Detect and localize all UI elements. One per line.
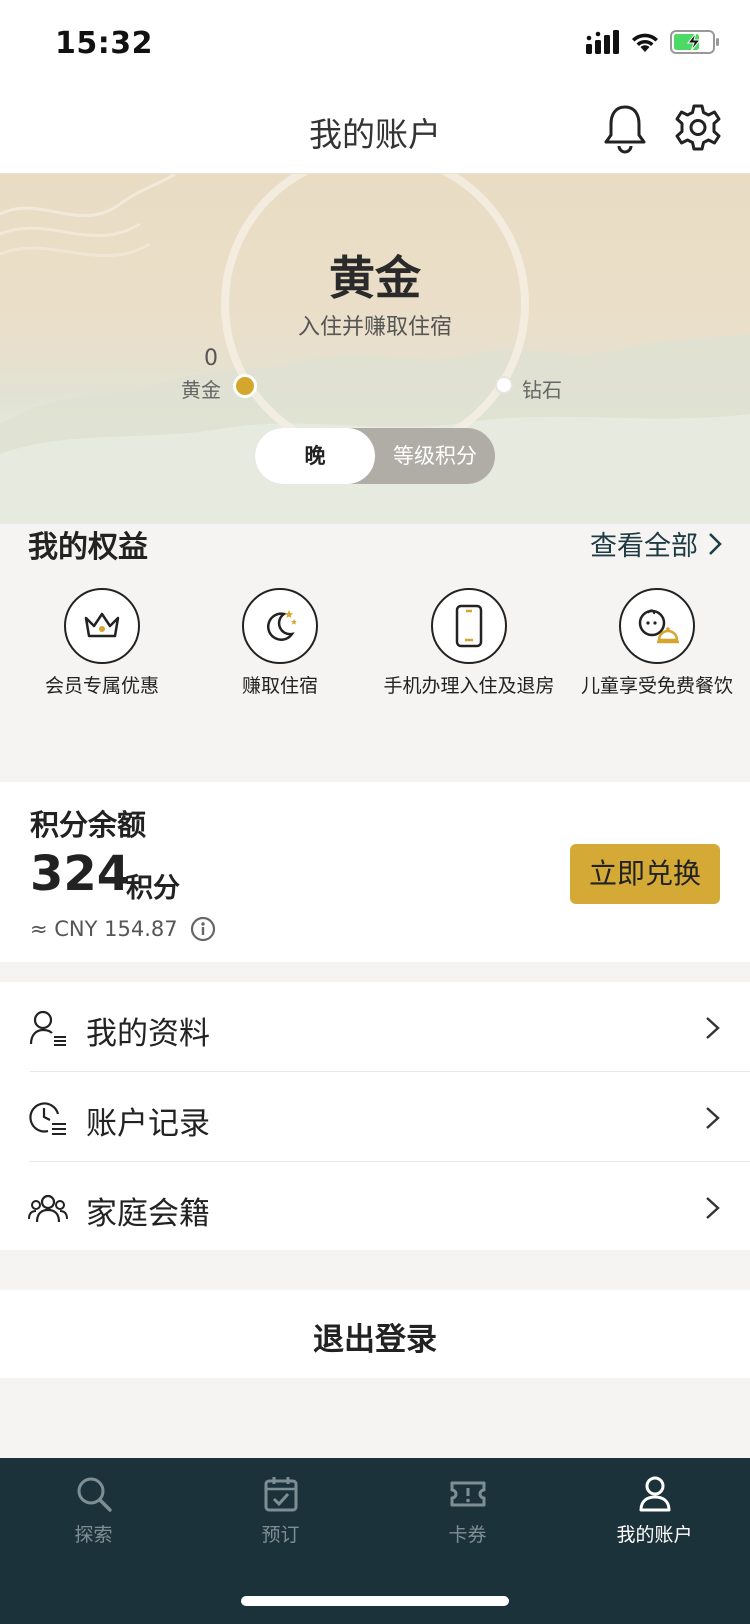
search-icon [77,1477,112,1512]
benefit-label: 赚取住宿 [241,675,318,697]
family-icon [28,1194,68,1223]
ticket-icon [450,1481,485,1507]
benefit-label: 儿童享受免费餐饮 [580,675,733,697]
benefits-section: 我的权益 查看全部 会员专属优惠 赚取住宿 手机办理入住及退房 儿童享受免费餐饮 [0,504,750,762]
crown-icon [64,588,140,664]
tab-booking[interactable]: 预订 [187,1474,374,1547]
home-indicator [241,1596,509,1606]
points-title: 积分余额 [30,808,147,842]
tab-label: 我的账户 [616,1524,693,1546]
tab-label: 预订 [261,1524,300,1546]
points-card: 积分余额 324 积分 ≈ CNY 154.87 立即兑换 [0,782,750,962]
toggle-tier-points[interactable]: 等级积分 [375,428,495,484]
info-icon[interactable] [190,916,216,942]
calendar-check-icon [264,1477,297,1512]
points-cny: ≈ CNY 154.87 [30,916,216,942]
phone-icon [431,588,507,664]
status-time: 15:32 [55,26,153,61]
menu-item-family[interactable]: 家庭会籍 [0,1162,750,1252]
status-icons [586,30,720,54]
tier-hero: 黄金 入住并赚取住宿 0 黄金 钻石 晚 等级积分 [0,174,750,524]
wifi-icon [632,33,658,52]
chevron-right-icon [706,1197,720,1219]
menu-label: 家庭会籍 [86,1196,210,1232]
chevron-right-icon [709,532,722,555]
current-tier-dot [233,374,257,398]
menu-item-account-history[interactable]: 账户记录 [0,1072,750,1162]
benefit-label: 会员专属优惠 [44,675,159,697]
menu-item-profile[interactable]: 我的资料 [0,982,750,1072]
chevron-right-icon [706,1017,720,1039]
points-value: 324 [30,846,131,902]
logout-button[interactable]: 退出登录 [0,1290,750,1378]
see-all-link[interactable]: 查看全部 [590,524,722,563]
signal-icon [586,30,619,54]
app-header: 我的账户 [0,90,750,174]
benefits-title: 我的权益 [28,530,148,565]
benefit-earn-stays[interactable]: 赚取住宿 [190,588,370,699]
tab-label: 卡券 [448,1524,487,1546]
logout-label: 退出登录 [313,1322,437,1358]
benefit-mobile-checkin[interactable]: 手机办理入住及退房 [379,588,559,699]
benefit-member-offers[interactable]: 会员专属优惠 [12,588,192,699]
bell-icon[interactable] [600,102,650,154]
status-bar: 15:32 [0,0,750,90]
progress-to-label: 钻石 [522,378,562,402]
menu-label: 我的资料 [86,1016,210,1052]
tier-name: 黄金 [329,251,421,305]
battery-icon [670,30,719,54]
profile-list-icon [29,1010,66,1046]
child-dining-icon [619,588,695,664]
progress-value: 0 [204,346,218,371]
menu-label: 账户记录 [86,1106,210,1142]
clock-list-icon [29,1102,66,1135]
points-unit: 积分 [126,873,180,904]
account-menu: 我的资料 账户记录 家庭会籍 [0,982,750,1250]
tab-explore[interactable]: 探索 [0,1474,187,1547]
metric-toggle: 晚 等级积分 [255,428,495,484]
benefit-kids-dining[interactable]: 儿童享受免费餐饮 [567,588,747,699]
progress-from-label: 黄金 [181,378,221,402]
user-icon [639,1476,670,1512]
tab-label: 探索 [74,1524,113,1546]
chevron-right-icon [706,1107,720,1129]
tab-my-account[interactable]: 我的账户 [561,1474,748,1547]
points-cny-value: ≈ CNY 154.87 [30,917,178,941]
tab-vouchers[interactable]: 卡券 [374,1474,561,1547]
see-all-label: 查看全部 [590,531,698,562]
next-tier-dot [495,376,513,394]
moon-stars-icon [242,588,318,664]
redeem-button[interactable]: 立即兑换 [570,844,720,904]
tier-subtitle: 入住并赚取住宿 [297,315,452,340]
benefit-label: 手机办理入住及退房 [383,675,555,697]
toggle-nights[interactable]: 晚 [255,428,375,484]
gear-icon[interactable] [673,102,723,154]
